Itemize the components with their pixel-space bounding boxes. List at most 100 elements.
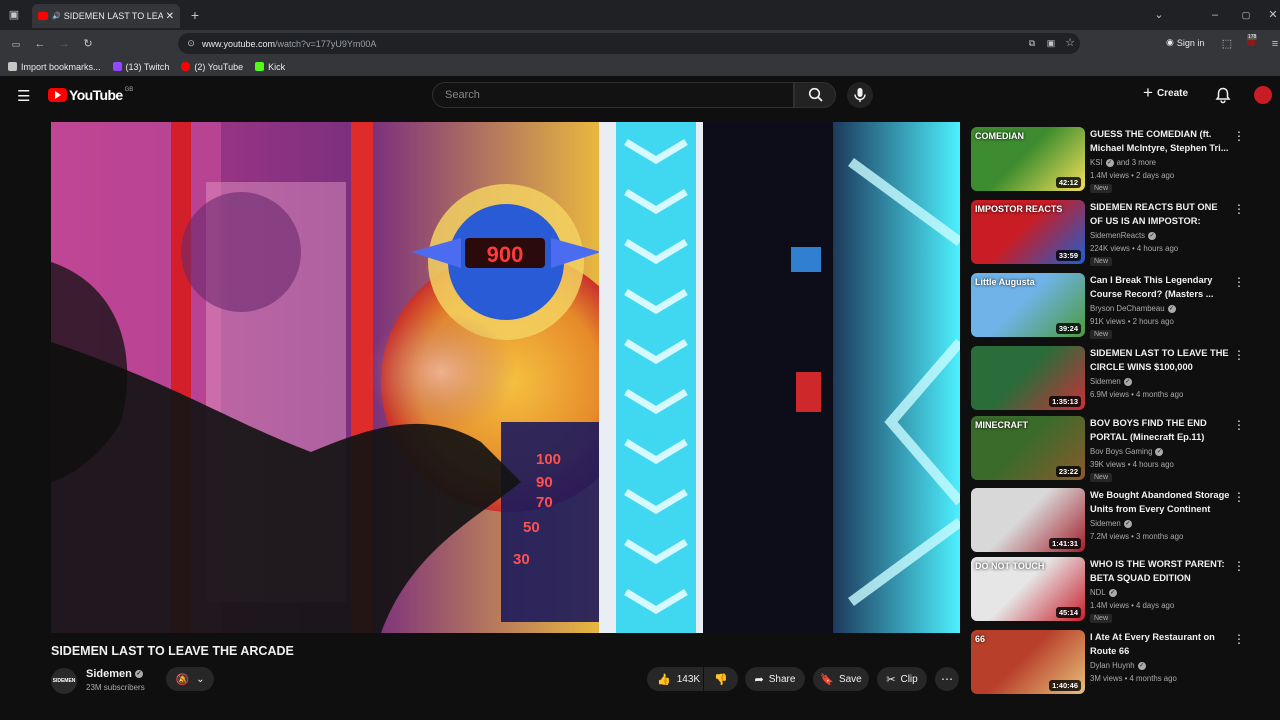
- video-thumbnail[interactable]: 1:41:31: [971, 488, 1085, 552]
- minimize-icon[interactable]: –: [1208, 8, 1222, 22]
- sidebar-toggle-icon[interactable]: ▭: [9, 37, 23, 51]
- more-vertical-icon[interactable]: ⋮: [1233, 348, 1245, 362]
- channel-avatar[interactable]: SIDEMEN: [51, 668, 77, 694]
- thumbnail-text: COMEDIAN: [975, 131, 1024, 141]
- thumbnail-text: IMPOSTOR REACTS: [975, 204, 1063, 214]
- hamburger-menu-icon[interactable]: ☰: [17, 87, 30, 105]
- new-tab-icon[interactable]: +: [188, 8, 202, 22]
- menu-icon[interactable]: ≡: [1268, 37, 1280, 51]
- signin-label: Sign in: [1176, 37, 1205, 48]
- extension-icon[interactable]: ⬚: [1220, 37, 1234, 51]
- video-thumbnail[interactable]: 1:35:13: [971, 346, 1085, 410]
- bookmarks-bar: Import bookmarks... (13) Twitch (2) YouT…: [0, 57, 1280, 76]
- video-thumbnail[interactable]: Little Augusta 39:24: [971, 273, 1085, 337]
- recommendation-title[interactable]: GUESS THE COMEDIAN (ft. Michael McIntyre…: [1090, 128, 1230, 155]
- more-vertical-icon[interactable]: ⋮: [1233, 129, 1245, 143]
- recommendation-title[interactable]: SIDEMEN REACTS BUT ONE OF US IS AN IMPOS…: [1090, 201, 1230, 228]
- browser-tab-active[interactable]: 🔊 SIDEMEN LAST TO LEAVE THE ARCADE ✕: [32, 4, 180, 28]
- video-thumbnail[interactable]: COMEDIAN 42:12: [971, 127, 1085, 191]
- back-icon[interactable]: ←: [33, 37, 47, 51]
- tab-actions-icon[interactable]: ▣: [7, 8, 21, 22]
- recommendation-title[interactable]: I Ate At Every Restaurant on Route 66: [1090, 631, 1230, 658]
- tab-close-icon[interactable]: ✕: [166, 11, 174, 22]
- url-domain: www.youtube.com: [202, 38, 276, 49]
- extension-badge[interactable]: 178: [1245, 34, 1259, 48]
- recommendation-channel[interactable]: Dylan Huynh ✓: [1090, 661, 1146, 670]
- more-actions-button[interactable]: ⋯: [935, 667, 959, 691]
- reload-icon[interactable]: ↻: [81, 37, 95, 51]
- more-vertical-icon[interactable]: ⋮: [1233, 418, 1245, 432]
- recommendation-item[interactable]: 1:35:13 SIDEMEN LAST TO LEAVE THE CIRCLE …: [971, 346, 1271, 412]
- recommendation-channel[interactable]: Sidemen ✓: [1090, 519, 1132, 528]
- search-input[interactable]: Search: [432, 82, 794, 108]
- tab-list-chevron-icon[interactable]: ⌄: [1152, 8, 1166, 22]
- subscriber-count: 23M subscribers: [86, 683, 145, 692]
- more-vertical-icon[interactable]: ⋮: [1233, 275, 1245, 289]
- account-icon: ◉: [1166, 37, 1174, 47]
- subscribed-notifications-button[interactable]: 🔕 ⌄: [166, 667, 214, 691]
- ticket-value: 70: [536, 494, 553, 511]
- signin-button[interactable]: ◉ Sign in: [1166, 37, 1204, 48]
- recommendation-channel[interactable]: KSI ✓ and 3 more: [1090, 158, 1156, 167]
- install-app-icon[interactable]: ⧉: [1025, 36, 1039, 50]
- recommendation-item[interactable]: COMEDIAN 42:12 GUESS THE COMEDIAN (ft. Mic…: [971, 127, 1271, 193]
- video-thumbnail[interactable]: IMPOSTOR REACTS 33:59: [971, 200, 1085, 264]
- duration-badge: 45:14: [1055, 607, 1081, 618]
- bookmark-label: (13) Twitch: [125, 61, 170, 72]
- more-vertical-icon[interactable]: ⋮: [1233, 632, 1245, 646]
- account-avatar[interactable]: [1254, 86, 1272, 104]
- address-bar[interactable]: ⊙ www.youtube.com/watch?v=177yU9Ym00A ⧉ …: [178, 33, 1080, 54]
- video-thumbnail[interactable]: 66 1:40:46: [971, 630, 1085, 694]
- video-thumbnail[interactable]: MINECRAFT 23:22: [971, 416, 1085, 480]
- recommendation-title[interactable]: Can I Break This Legendary Course Record…: [1090, 274, 1230, 301]
- channel-row: SIDEMEN Sidemen ✓ 23M subscribers 🔕 ⌄ 👍 1…: [51, 664, 961, 694]
- recommendation-title[interactable]: WHO IS THE WORST PARENT: BETA SQUAD EDIT…: [1090, 558, 1230, 585]
- site-info-icon[interactable]: ⊙: [184, 36, 198, 50]
- bookmark-import[interactable]: Import bookmarks...: [8, 62, 101, 72]
- recommendation-channel[interactable]: SidemenReacts ✓: [1090, 231, 1157, 240]
- more-vertical-icon[interactable]: ⋮: [1233, 490, 1245, 504]
- notifications-off-icon: 🔕: [175, 673, 190, 686]
- recommendation-title[interactable]: We Bought Abandoned Storage Units from E…: [1090, 489, 1230, 516]
- bookmark-kick[interactable]: Kick: [255, 62, 285, 72]
- share-button[interactable]: ➦ Share: [745, 667, 805, 691]
- recommendation-item[interactable]: DO NOT TOUCH 45:14 WHO IS THE WORST PARENT…: [971, 557, 1271, 623]
- recommendation-meta: 1.4M views • 2 days ago: [1090, 171, 1175, 180]
- bookmark-star-icon[interactable]: ☆: [1063, 36, 1077, 50]
- share-icon: ➦: [754, 673, 764, 686]
- picture-in-picture-icon[interactable]: ▣: [1044, 36, 1058, 50]
- recommendation-item[interactable]: Little Augusta 39:24 Can I Break This Lege…: [971, 273, 1271, 339]
- recommendation-channel[interactable]: Sidemen ✓: [1090, 377, 1132, 386]
- audio-playing-icon[interactable]: 🔊: [52, 12, 61, 20]
- clip-button[interactable]: ✂ Clip: [877, 667, 927, 691]
- recommendation-item[interactable]: MINECRAFT 23:22 BOV BOYS FIND THE END PORT…: [971, 416, 1271, 482]
- recommendation-item[interactable]: IMPOSTOR REACTS 33:59 SIDEMEN REACTS BUT O…: [971, 200, 1271, 266]
- recommendation-title[interactable]: SIDEMEN LAST TO LEAVE THE CIRCLE WINS $1…: [1090, 347, 1230, 374]
- video-thumbnail[interactable]: DO NOT TOUCH 45:14: [971, 557, 1085, 621]
- recommendation-item[interactable]: 1:41:31 We Bought Abandoned Storage Units…: [971, 488, 1271, 554]
- bookmark-youtube[interactable]: (2) YouTube: [181, 62, 243, 72]
- bookmark-twitch[interactable]: (13) Twitch: [112, 61, 170, 72]
- bookmark-label: Kick: [268, 61, 286, 72]
- more-vertical-icon[interactable]: ⋮: [1233, 559, 1245, 573]
- like-button[interactable]: 👍 143K: [647, 667, 703, 691]
- search-button[interactable]: [794, 82, 836, 108]
- recommendation-title[interactable]: BOV BOYS FIND THE END PORTAL (Minecraft …: [1090, 417, 1230, 444]
- channel-name[interactable]: Sidemen ✓: [86, 668, 143, 680]
- recommendation-channel[interactable]: NDL ✓: [1090, 588, 1117, 597]
- recommendation-channel[interactable]: Bov Boys Gaming ✓: [1090, 447, 1164, 456]
- video-player[interactable]: 900 100 90 70 50 30: [51, 122, 960, 633]
- thumbs-down-icon: 👎: [714, 673, 728, 686]
- save-button[interactable]: 🔖 Save: [813, 667, 869, 691]
- recommendation-channel[interactable]: Bryson DeChambeau ✓: [1090, 304, 1176, 313]
- dislike-button[interactable]: 👎: [704, 667, 738, 691]
- voice-search-button[interactable]: [847, 82, 873, 108]
- notifications-bell-icon[interactable]: [1215, 87, 1231, 104]
- youtube-logo[interactable]: YouTube GB: [48, 87, 133, 103]
- forward-icon[interactable]: →: [57, 37, 71, 51]
- maximize-icon[interactable]: ▢: [1239, 8, 1253, 22]
- close-window-icon[interactable]: ✕: [1266, 8, 1280, 22]
- create-button[interactable]: + Create: [1143, 84, 1188, 101]
- recommendation-item[interactable]: 66 1:40:46 I Ate At Every Restaurant on Ro…: [971, 630, 1271, 696]
- more-vertical-icon[interactable]: ⋮: [1233, 202, 1245, 216]
